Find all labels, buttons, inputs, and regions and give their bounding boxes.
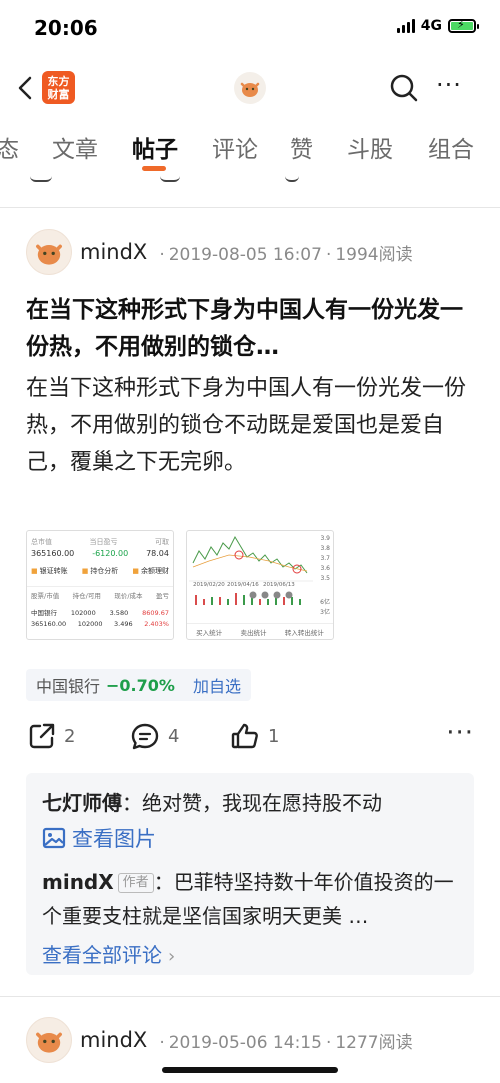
signal-icon (396, 19, 415, 33)
status-time: 20:06 (34, 16, 98, 40)
comment-item[interactable]: mindX 作者 ：巴菲特坚持数十年价值投资的一个重要支柱就是坚信国家明天更美 … (42, 865, 462, 933)
post-more-icon[interactable]: ··· (446, 718, 474, 748)
battery-icon: ⚡ (448, 18, 479, 33)
stock-tag[interactable]: 中国银行 −0.70% 加自选 (26, 669, 251, 701)
post-meta: · 2019-05-06 14:15 · 1277阅读 (159, 1032, 413, 1053)
tab-articles[interactable]: 文章 (52, 130, 98, 164)
author-tag: 作者 (117, 873, 154, 893)
image-thumbnail-holdings[interactable]: 总市值当日盈亏可取 365160.00-6120.0078.04 银证转账持仓分… (26, 530, 174, 640)
status-bar: 20:06 4G ⚡ (0, 0, 500, 60)
post-reads: 1994阅读 (335, 244, 413, 265)
divider (0, 996, 500, 997)
like-count: 1 (268, 725, 280, 747)
post-datetime: 2019-08-05 16:07 (168, 244, 322, 265)
author-name[interactable]: mindX (80, 240, 147, 264)
stock-change: −0.70% (106, 675, 175, 695)
comment-author[interactable]: mindX (42, 870, 114, 894)
comment-item[interactable]: 七灯师傅：绝对赞，我现在愿持股不动 (42, 787, 382, 816)
tab-portfolio[interactable]: 组合 (428, 130, 474, 164)
post-author-row: mindX · 2019-05-06 14:15 · 1277阅读 (26, 1016, 413, 1064)
status-indicators: 4G ⚡ (396, 18, 479, 34)
chevron-right-icon: › (168, 946, 176, 967)
post-author-row: mindX · 2019-08-05 16:07 · 1994阅读 (26, 228, 413, 276)
post-body[interactable]: 在当下这种形式下身为中国人有一份光发一份热，不用做别的锁仓不动既是爱国也是爱自己… (26, 370, 476, 481)
tab-bar: 态 文章 帖子 评论 赞 斗股 组合 (0, 124, 500, 174)
previous-post-edge (0, 170, 500, 186)
post-title[interactable]: 在当下这种形式下身为中国人有一份光发一份热，不用做别的锁仓… (26, 292, 476, 366)
bull-icon (36, 244, 62, 265)
post-datetime: 2019-05-06 14:15 (168, 1032, 322, 1053)
search-icon[interactable] (388, 72, 420, 104)
mini-price-chart (189, 535, 313, 605)
avatar[interactable] (26, 229, 72, 275)
like-button[interactable]: 1 (230, 722, 279, 750)
share-count: 2 (64, 725, 76, 747)
tab-stock-battle[interactable]: 斗股 (347, 130, 393, 164)
comment-count: 4 (168, 725, 180, 747)
bull-icon (240, 82, 260, 97)
comment-button[interactable]: 4 (130, 722, 179, 750)
view-image-label: 查看图片 (72, 827, 156, 851)
tab-comments[interactable]: 评论 (212, 130, 258, 164)
tab-posts[interactable]: 帖子 (132, 130, 178, 164)
back-icon[interactable] (16, 74, 36, 102)
network-type: 4G (420, 18, 442, 34)
comment-icon (131, 723, 159, 750)
post-actions: 2 4 1 ··· (26, 718, 476, 758)
add-to-watchlist-button[interactable]: 加自选 (193, 673, 241, 697)
divider (0, 207, 500, 208)
bull-icon (36, 1032, 62, 1053)
image-icon (42, 827, 66, 849)
tab-likes[interactable]: 赞 (290, 130, 313, 164)
comment-author[interactable]: 七灯师傅 (42, 791, 122, 815)
app-logo[interactable]: 东方 财富 (42, 71, 75, 104)
home-indicator[interactable] (162, 1067, 338, 1073)
nav-bar: 东方 财富 ··· (0, 62, 500, 118)
tab-dynamic[interactable]: 态 (0, 130, 19, 164)
comments-preview[interactable]: 七灯师傅：绝对赞，我现在愿持股不动 查看图片 mindX 作者 ：巴菲特坚持数十年价… (26, 773, 474, 975)
thumbs-up-icon (231, 723, 258, 749)
view-all-comments-link[interactable]: 查看全部评论 › (42, 939, 175, 968)
more-icon[interactable]: ··· (436, 73, 468, 100)
profile-avatar[interactable] (234, 72, 266, 104)
share-button[interactable]: 2 (28, 722, 75, 750)
stock-name[interactable]: 中国银行 (36, 673, 100, 697)
view-image-link[interactable]: 查看图片 (42, 823, 156, 853)
image-thumbnail-chart[interactable]: 3.9 3.8 3.7 3.6 3.5 6亿 3亿 2019/02/20 201… (186, 530, 334, 640)
avatar[interactable] (26, 1017, 72, 1063)
author-name[interactable]: mindX (80, 1028, 147, 1052)
post-meta: · 2019-08-05 16:07 · 1994阅读 (159, 244, 413, 265)
share-icon (29, 723, 55, 749)
comment-text: 绝对赞，我现在愿持股不动 (142, 791, 382, 815)
post-reads: 1277阅读 (335, 1032, 413, 1053)
